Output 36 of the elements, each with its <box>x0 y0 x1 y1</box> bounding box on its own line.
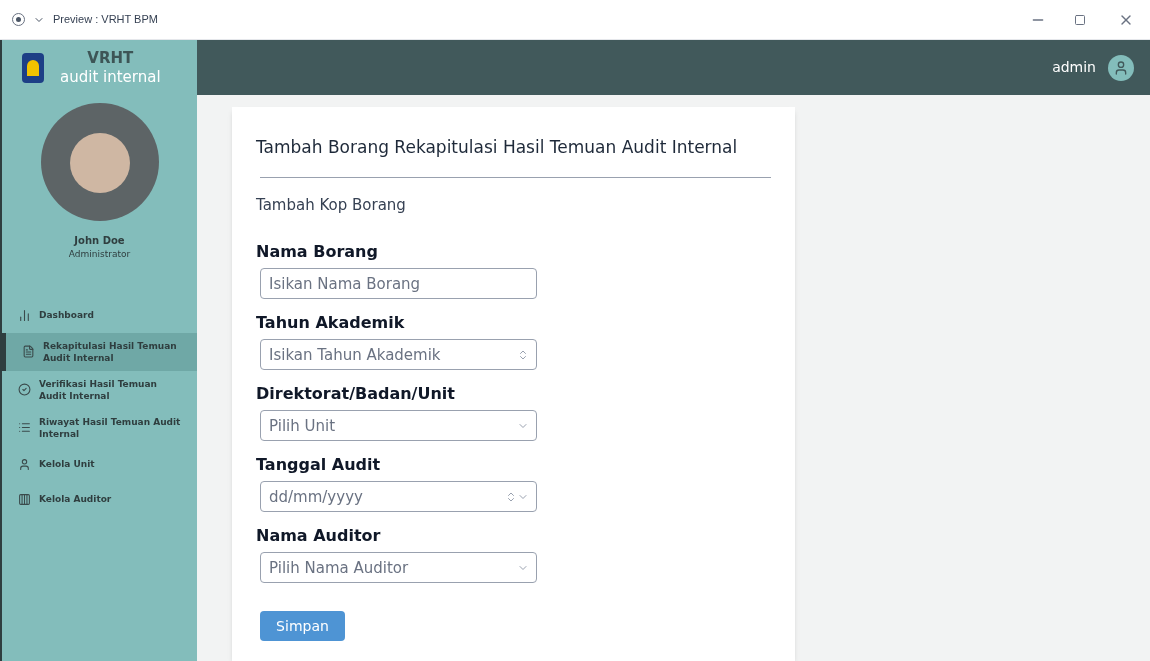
spinner-icon <box>517 348 529 361</box>
bar-chart-icon <box>18 308 31 322</box>
select-field[interactable]: Pilih Nama Auditor <box>260 552 537 583</box>
input-field[interactable]: Isikan Nama Borang <box>260 268 537 299</box>
username: admin <box>1052 58 1096 77</box>
sidebar-item[interactable]: Kelola Unit <box>2 446 197 482</box>
sidebar-item[interactable]: Riwayat Hasil Temuan Audit Internal <box>2 408 197 447</box>
field-label: Nama Auditor <box>256 525 382 547</box>
number-field[interactable]: Isikan Tahun Akademik <box>260 339 537 370</box>
list-icon <box>18 421 31 434</box>
brand-title: VRHT <box>87 48 134 68</box>
field-label: Tanggal Audit <box>256 454 382 476</box>
field-label: Tahun Akademik <box>256 312 406 334</box>
check-circle-icon <box>18 383 31 396</box>
user-avatar-icon[interactable] <box>1108 54 1134 81</box>
date-field[interactable]: dd/mm/yyyy <box>260 481 537 512</box>
document-icon <box>22 345 35 358</box>
vertical-bars-icon <box>18 492 31 506</box>
sidebar-item[interactable]: Rekapitulasi Hasil Temuan Audit Internal <box>2 332 197 371</box>
sidebar-item[interactable]: Dashboard <box>2 297 197 333</box>
shield-logo-icon <box>22 52 44 83</box>
select-field[interactable]: Pilih Unit <box>260 410 537 441</box>
form-title: Tambah Borang Rekapitulasi Hasil Temuan Audit Internal <box>256 136 739 159</box>
sidebar-item[interactable]: Verifikasi Hasil Temuan Audit Internal <box>2 370 197 409</box>
field-label: Nama Borang <box>256 241 379 263</box>
save-button[interactable]: Simpan <box>260 611 345 641</box>
brand-subtitle: audit internal <box>60 67 161 87</box>
user-icon <box>18 457 31 471</box>
form-subtitle: Tambah Kop Borang <box>256 194 407 216</box>
maximize-icon[interactable] <box>1074 13 1086 26</box>
date-spinner-icon <box>505 490 529 503</box>
sidebar-item[interactable]: Kelola Auditor <box>2 481 197 517</box>
window-title: Preview : VRHT BPM <box>53 12 158 28</box>
user-name: John Doe <box>74 234 125 248</box>
user-role: Administrator <box>68 248 131 261</box>
field-label: Direktorat/Badan/Unit <box>256 383 456 405</box>
